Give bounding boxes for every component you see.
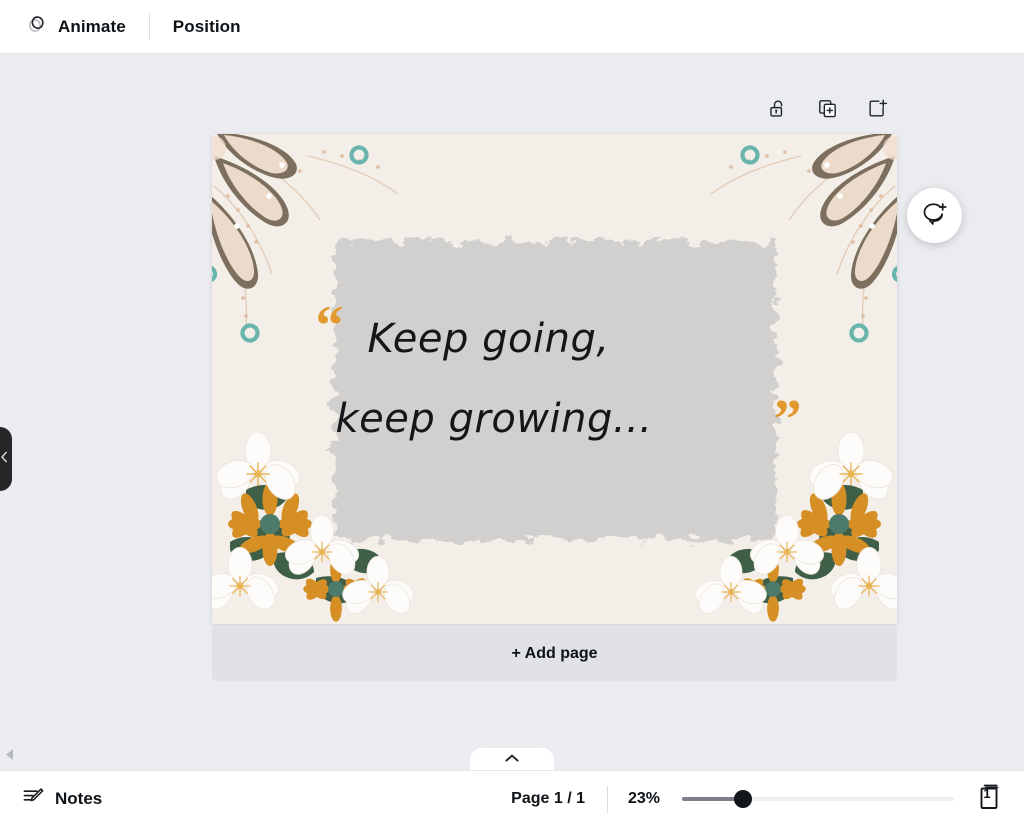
notes-button[interactable]: Notes — [12, 780, 112, 818]
duplicate-page-icon — [817, 98, 838, 124]
slide-content: “ Keep going, keep growing... ” — [212, 134, 897, 624]
add-page-button[interactable] — [860, 94, 894, 128]
slide-decorations — [212, 134, 897, 624]
notes-pencil-icon — [22, 785, 45, 813]
unlock-icon — [767, 98, 788, 124]
duplicate-page-button[interactable] — [810, 94, 844, 128]
add-page-bar-button[interactable]: + Add page — [212, 626, 897, 681]
add-page-frame-icon — [867, 98, 888, 124]
add-page-label: + Add page — [511, 645, 597, 663]
scroll-left-arrow[interactable] — [3, 749, 17, 763]
page-indicator[interactable]: Page 1 / 1 — [501, 783, 595, 815]
add-comment-button[interactable] — [907, 188, 962, 243]
animate-label: Animate — [58, 17, 126, 37]
toolbar-divider — [149, 14, 150, 40]
collapse-sidebar-tab[interactable] — [0, 427, 12, 491]
animate-button[interactable]: Animate — [14, 8, 137, 46]
position-label: Position — [173, 17, 241, 37]
pages-count-label: 1 — [974, 786, 1000, 801]
zoom-slider-thumb[interactable] — [734, 790, 752, 808]
animate-circles-icon — [25, 12, 49, 41]
position-button[interactable]: Position — [162, 8, 252, 46]
canva-editor-window: Animate Position — [0, 0, 1024, 827]
page-actions-row — [760, 94, 894, 128]
notes-label: Notes — [55, 789, 102, 809]
zoom-percentage[interactable]: 23% — [620, 790, 668, 808]
canvas-area: “ Keep going, keep growing... ” + Add pa… — [0, 54, 1024, 770]
chevron-left-icon — [0, 450, 9, 468]
bottom-bar: Notes Page 1 / 1 23% 1 — [0, 770, 1024, 827]
triangle-left-icon — [6, 747, 14, 765]
lock-page-button[interactable] — [760, 94, 794, 128]
top-toolbar: Animate Position — [0, 0, 1024, 54]
pages-grid-button[interactable]: 1 — [974, 782, 1008, 816]
zoom-slider[interactable] — [682, 790, 954, 808]
zoom-slider-fill — [682, 797, 742, 801]
slide-canvas[interactable]: “ Keep going, keep growing... ” — [212, 134, 897, 624]
torn-paper-panel — [334, 242, 776, 540]
chevron-up-icon — [505, 750, 519, 768]
expand-panel-handle[interactable] — [470, 748, 554, 770]
comment-add-icon — [921, 200, 948, 232]
bottom-bar-divider — [607, 786, 608, 813]
